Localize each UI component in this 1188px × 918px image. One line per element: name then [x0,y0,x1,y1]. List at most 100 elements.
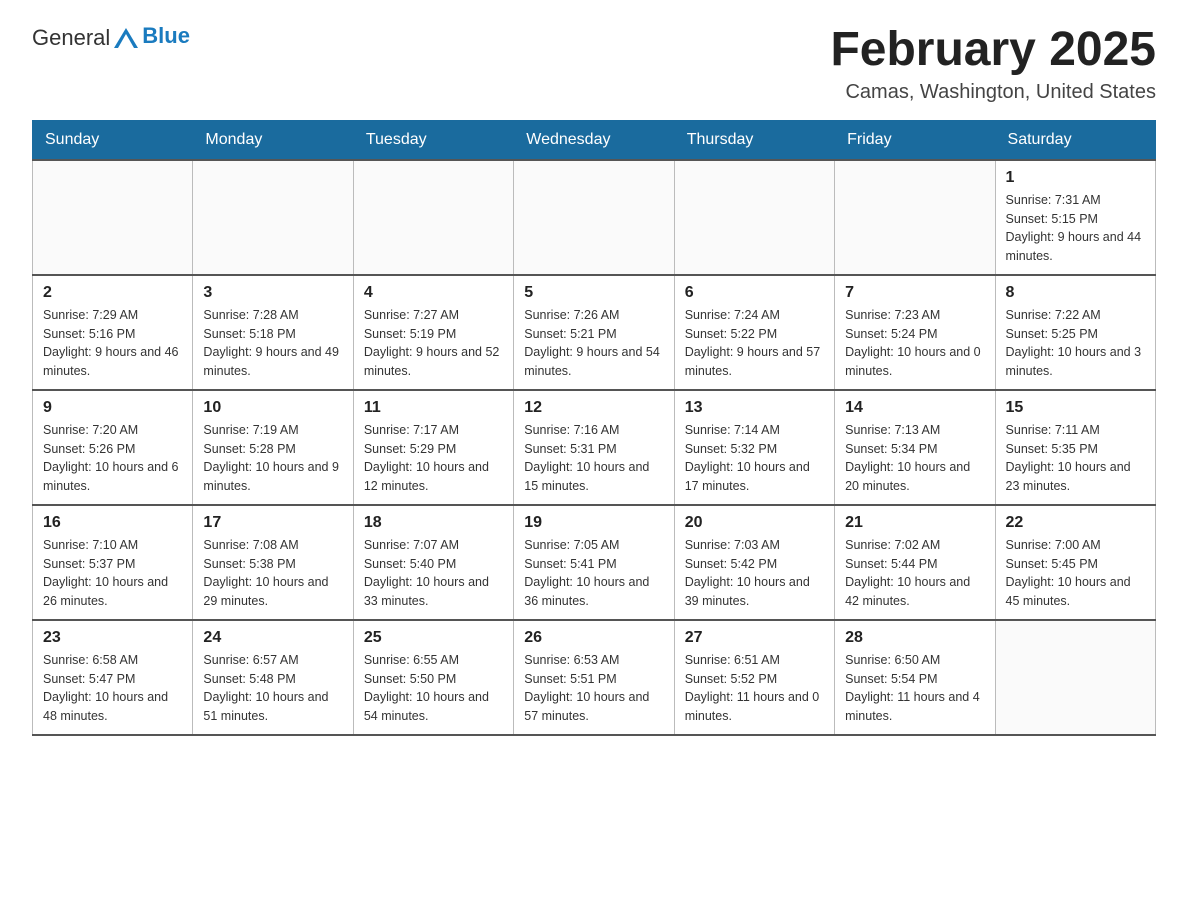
day-number: 3 [203,284,342,302]
day-number: 26 [524,629,663,647]
calendar-cell: 21 Sunrise: 7:02 AM Sunset: 5:44 PM Dayli… [835,505,995,620]
calendar-cell: 28Sunrise: 6:50 AM Sunset: 5:54 PM Dayli… [835,620,995,735]
calendar-cell [33,160,193,275]
calendar-cell [674,160,834,275]
calendar-cell: 9 Sunrise: 7:20 AM Sunset: 5:26 PM Daylig… [33,390,193,505]
day-number: 4 [364,284,503,302]
day-number: 14 [845,399,984,417]
calendar-cell: 12 Sunrise: 7:16 AM Sunset: 5:31 PM Dayli… [514,390,674,505]
day-info: Sunrise: 7:22 AM Sunset: 5:25 PM Dayligh… [1006,306,1145,381]
calendar-week-row: 9 Sunrise: 7:20 AM Sunset: 5:26 PM Daylig… [33,390,1156,505]
logo-general-text: General [32,25,110,51]
day-info: Sunrise: 7:16 AM Sunset: 5:31 PM Dayligh… [524,421,663,496]
calendar-cell: 20 Sunrise: 7:03 AM Sunset: 5:42 PM Dayli… [674,505,834,620]
day-number: 13 [685,399,824,417]
day-number: 12 [524,399,663,417]
day-info: Sunrise: 7:23 AM Sunset: 5:24 PM Dayligh… [845,306,984,381]
day-number: 27 [685,629,824,647]
calendar-cell: 22 Sunrise: 7:00 AM Sunset: 5:45 PM Dayli… [995,505,1155,620]
day-info: Sunrise: 6:50 AM Sunset: 5:54 PM Dayligh… [845,651,984,726]
day-info: Sunrise: 7:00 AM Sunset: 5:45 PM Dayligh… [1006,536,1145,611]
calendar-cell: 4 Sunrise: 7:27 AM Sunset: 5:19 PM Daylig… [353,275,513,390]
calendar-cell [353,160,513,275]
calendar-cell: 24 Sunrise: 6:57 AM Sunset: 5:48 PM Dayli… [193,620,353,735]
calendar-cell: 16 Sunrise: 7:10 AM Sunset: 5:37 PM Dayli… [33,505,193,620]
day-info: Sunrise: 7:29 AM Sunset: 5:16 PM Dayligh… [43,306,182,381]
day-info: Sunrise: 6:51 AM Sunset: 5:52 PM Dayligh… [685,651,824,726]
day-number: 24 [203,629,342,647]
title-block: February 2025 Camas, Washington, United … [830,24,1156,104]
day-info: Sunrise: 7:20 AM Sunset: 5:26 PM Dayligh… [43,421,182,496]
day-number: 15 [1006,399,1145,417]
page-header: General Blue February 2025 Camas, Washin… [32,24,1156,104]
day-number: 7 [845,284,984,302]
day-info: Sunrise: 6:53 AM Sunset: 5:51 PM Dayligh… [524,651,663,726]
day-number: 9 [43,399,182,417]
day-info: Sunrise: 7:07 AM Sunset: 5:40 PM Dayligh… [364,536,503,611]
calendar-cell: 13 Sunrise: 7:14 AM Sunset: 5:32 PM Dayli… [674,390,834,505]
day-number: 19 [524,514,663,532]
logo-icon [112,24,140,52]
calendar-cell [835,160,995,275]
day-info: Sunrise: 7:24 AM Sunset: 5:22 PM Dayligh… [685,306,824,381]
day-header-saturday: Saturday [995,120,1155,160]
calendar-cell: 1 Sunrise: 7:31 AM Sunset: 5:15 PM Daylig… [995,160,1155,275]
day-header-friday: Friday [835,120,995,160]
calendar-cell: 26 Sunrise: 6:53 AM Sunset: 5:51 PM Dayli… [514,620,674,735]
calendar-week-row: 1 Sunrise: 7:31 AM Sunset: 5:15 PM Daylig… [33,160,1156,275]
day-info: Sunrise: 7:11 AM Sunset: 5:35 PM Dayligh… [1006,421,1145,496]
day-number: 20 [685,514,824,532]
calendar-cell [514,160,674,275]
calendar-cell: 6 Sunrise: 7:24 AM Sunset: 5:22 PM Daylig… [674,275,834,390]
day-info: Sunrise: 7:26 AM Sunset: 5:21 PM Dayligh… [524,306,663,381]
day-info: Sunrise: 7:27 AM Sunset: 5:19 PM Dayligh… [364,306,503,381]
calendar-cell: 15 Sunrise: 7:11 AM Sunset: 5:35 PM Dayli… [995,390,1155,505]
day-number: 16 [43,514,182,532]
day-header-thursday: Thursday [674,120,834,160]
calendar-cell: 11Sunrise: 7:17 AM Sunset: 5:29 PM Dayli… [353,390,513,505]
day-info: Sunrise: 6:57 AM Sunset: 5:48 PM Dayligh… [203,651,342,726]
calendar-cell: 25 Sunrise: 6:55 AM Sunset: 5:50 PM Dayli… [353,620,513,735]
day-header-monday: Monday [193,120,353,160]
calendar-cell: 7 Sunrise: 7:23 AM Sunset: 5:24 PM Daylig… [835,275,995,390]
day-number: 2 [43,284,182,302]
day-info: Sunrise: 7:02 AM Sunset: 5:44 PM Dayligh… [845,536,984,611]
day-info: Sunrise: 7:13 AM Sunset: 5:34 PM Dayligh… [845,421,984,496]
day-number: 22 [1006,514,1145,532]
day-number: 21 [845,514,984,532]
calendar-week-row: 23Sunrise: 6:58 AM Sunset: 5:47 PM Dayli… [33,620,1156,735]
calendar-cell: 18Sunrise: 7:07 AM Sunset: 5:40 PM Dayli… [353,505,513,620]
day-info: Sunrise: 7:31 AM Sunset: 5:15 PM Dayligh… [1006,191,1145,266]
day-info: Sunrise: 7:14 AM Sunset: 5:32 PM Dayligh… [685,421,824,496]
day-number: 1 [1006,169,1145,187]
calendar-cell: 23Sunrise: 6:58 AM Sunset: 5:47 PM Dayli… [33,620,193,735]
calendar-cell: 2 Sunrise: 7:29 AM Sunset: 5:16 PM Daylig… [33,275,193,390]
calendar-cell: 5 Sunrise: 7:26 AM Sunset: 5:21 PM Daylig… [514,275,674,390]
day-info: Sunrise: 7:28 AM Sunset: 5:18 PM Dayligh… [203,306,342,381]
month-year-title: February 2025 [830,24,1156,77]
day-number: 6 [685,284,824,302]
calendar-cell: 19Sunrise: 7:05 AM Sunset: 5:41 PM Dayli… [514,505,674,620]
day-header-wednesday: Wednesday [514,120,674,160]
calendar-cell [995,620,1155,735]
day-info: Sunrise: 7:03 AM Sunset: 5:42 PM Dayligh… [685,536,824,611]
calendar-cell: 14 Sunrise: 7:13 AM Sunset: 5:34 PM Dayli… [835,390,995,505]
location-subtitle: Camas, Washington, United States [830,81,1156,104]
day-number: 5 [524,284,663,302]
calendar-cell: 17Sunrise: 7:08 AM Sunset: 5:38 PM Dayli… [193,505,353,620]
calendar-week-row: 2 Sunrise: 7:29 AM Sunset: 5:16 PM Daylig… [33,275,1156,390]
day-info: Sunrise: 7:19 AM Sunset: 5:28 PM Dayligh… [203,421,342,496]
day-info: Sunrise: 6:58 AM Sunset: 5:47 PM Dayligh… [43,651,182,726]
calendar-cell: 10Sunrise: 7:19 AM Sunset: 5:28 PM Dayli… [193,390,353,505]
calendar-header-row: SundayMondayTuesdayWednesdayThursdayFrid… [33,120,1156,160]
day-header-sunday: Sunday [33,120,193,160]
calendar-cell [193,160,353,275]
day-number: 8 [1006,284,1145,302]
calendar-week-row: 16 Sunrise: 7:10 AM Sunset: 5:37 PM Dayli… [33,505,1156,620]
day-info: Sunrise: 7:10 AM Sunset: 5:37 PM Dayligh… [43,536,182,611]
day-number: 25 [364,629,503,647]
day-info: Sunrise: 6:55 AM Sunset: 5:50 PM Dayligh… [364,651,503,726]
calendar-table: SundayMondayTuesdayWednesdayThursdayFrid… [32,120,1156,736]
day-info: Sunrise: 7:17 AM Sunset: 5:29 PM Dayligh… [364,421,503,496]
day-info: Sunrise: 7:08 AM Sunset: 5:38 PM Dayligh… [203,536,342,611]
